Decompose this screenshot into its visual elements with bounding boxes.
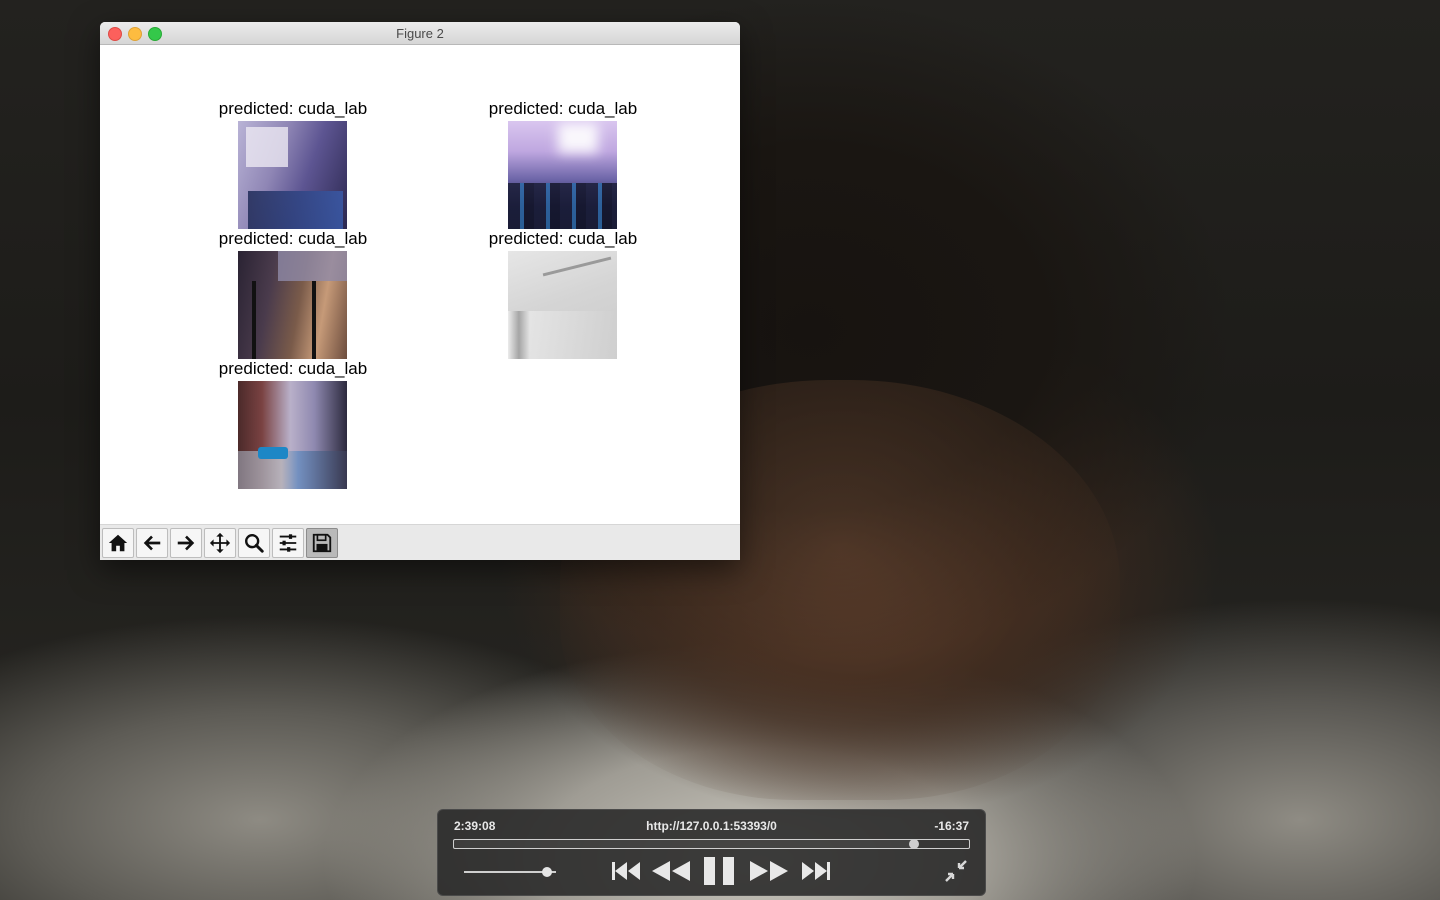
subplots-sliders-icon — [279, 534, 297, 552]
remaining-time: -16:37 — [934, 819, 969, 833]
stream-url: http://127.0.0.1:53393/0 — [646, 819, 777, 833]
predicted-image — [238, 381, 347, 489]
elapsed-time: 2:39:08 — [454, 819, 496, 833]
predicted-image — [508, 251, 617, 359]
subplot-title: predicted: cuda_lab — [218, 359, 368, 378]
navigation-toolbar — [100, 524, 740, 560]
skip-back-icon — [612, 862, 640, 880]
predicted-image — [238, 251, 347, 359]
figure-canvas[interactable]: predicted: cuda_lab predicted: cuda_lab … — [100, 45, 740, 524]
rewind-button[interactable] — [650, 858, 692, 884]
volume-knob[interactable] — [541, 867, 552, 877]
skip-back-button[interactable] — [610, 858, 642, 884]
configure-subplots-button[interactable] — [272, 528, 304, 558]
rewind-icon — [652, 861, 690, 881]
exit-fullscreen-icon — [945, 860, 967, 882]
video-player-controls: http://127.0.0.1:53393/0 2:39:08 -16:37 — [437, 809, 986, 896]
scrubber-progress — [454, 840, 915, 848]
skip-forward-button[interactable] — [800, 858, 832, 884]
back-arrow-icon — [143, 535, 161, 551]
scrubber-knob[interactable] — [909, 839, 920, 849]
figure-window: Figure 2 predicted: cuda_lab predicted: … — [100, 22, 740, 560]
home-icon — [108, 534, 128, 552]
fast-forward-button[interactable] — [748, 858, 790, 884]
predicted-image — [238, 121, 347, 229]
predicted-image — [508, 121, 617, 229]
skip-forward-icon — [802, 862, 830, 880]
back-button[interactable] — [136, 528, 168, 558]
save-floppy-icon — [312, 533, 332, 553]
forward-arrow-icon — [177, 535, 195, 551]
forward-button[interactable] — [170, 528, 202, 558]
pause-button[interactable] — [702, 857, 738, 885]
zoom-button[interactable] — [238, 528, 270, 558]
zoom-magnifier-icon — [245, 534, 264, 553]
subplot-title: predicted: cuda_lab — [218, 99, 368, 118]
window-title: Figure 2 — [396, 26, 444, 41]
fast-forward-icon — [750, 861, 788, 881]
window-titlebar[interactable]: Figure 2 — [100, 22, 740, 45]
exit-fullscreen-button[interactable] — [944, 858, 968, 884]
subplot-title: predicted: cuda_lab — [488, 99, 638, 118]
home-button[interactable] — [102, 528, 134, 558]
pan-button[interactable] — [204, 528, 236, 558]
pan-move-icon — [209, 532, 231, 554]
subplot-title: predicted: cuda_lab — [218, 229, 368, 248]
subplot-title: predicted: cuda_lab — [488, 229, 638, 248]
pause-icon — [704, 857, 734, 885]
save-figure-button[interactable] — [306, 528, 338, 558]
playback-scrubber[interactable] — [453, 839, 970, 849]
